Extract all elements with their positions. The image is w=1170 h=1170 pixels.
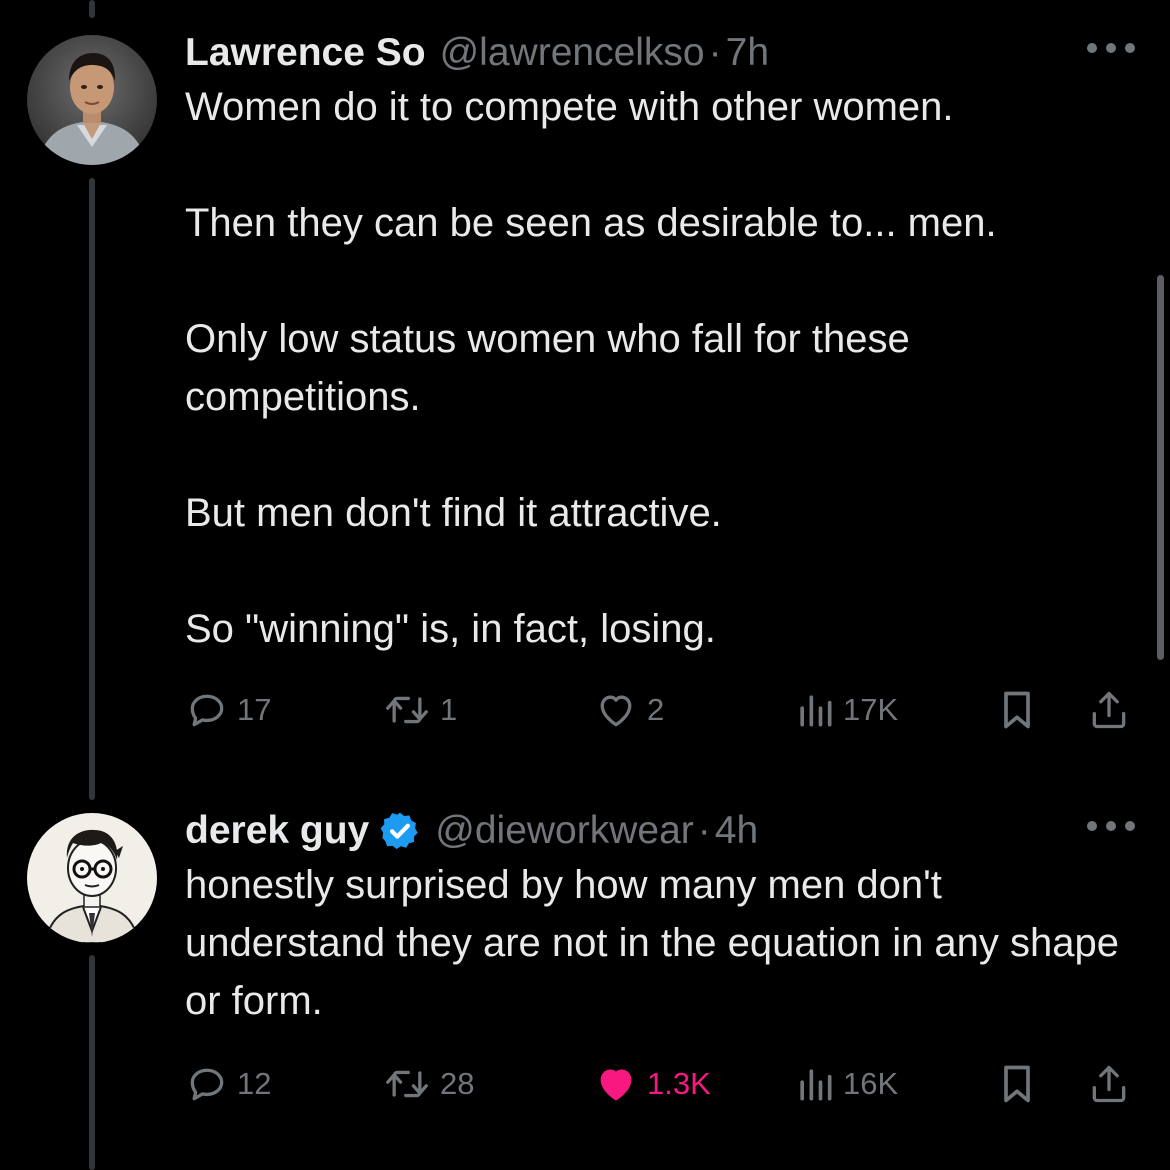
bookmark-icon bbox=[1004, 1065, 1030, 1103]
timestamp[interactable]: 7h bbox=[726, 30, 769, 76]
thread-line-bottom bbox=[89, 955, 95, 1170]
repost-button[interactable]: 1 bbox=[382, 685, 457, 735]
repost-icon bbox=[386, 1070, 428, 1098]
tweet-paragraph: honestly surprised by how many men don't… bbox=[185, 863, 1120, 1023]
views-button[interactable]: 17K bbox=[795, 685, 898, 735]
repost-button[interactable]: 28 bbox=[382, 1059, 474, 1109]
tweet-actions: 12 28 1.3K 16K bbox=[185, 1059, 1135, 1109]
reply-button[interactable]: 17 bbox=[185, 685, 271, 735]
share-button[interactable] bbox=[1087, 1059, 1131, 1109]
tweet-actions: 17 1 2 17K bbox=[185, 685, 1135, 735]
like-button[interactable]: 2 bbox=[593, 685, 664, 735]
reply-icon bbox=[190, 1068, 224, 1101]
reply-count: 12 bbox=[237, 1066, 272, 1101]
like-button[interactable]: 1.3K bbox=[593, 1059, 711, 1109]
tweet-2[interactable]: derek guy @dieworkwear · 4h honestly sur… bbox=[185, 808, 1135, 1030]
tweet-text: honestly surprised by how many men don't… bbox=[185, 856, 1135, 1030]
more-icon[interactable] bbox=[1087, 816, 1135, 836]
tweet-header: Lawrence So @lawrencelkso · 7h bbox=[185, 30, 1135, 76]
author-name[interactable]: Lawrence So bbox=[185, 30, 426, 76]
share-icon bbox=[1092, 1065, 1126, 1103]
views-count: 17K bbox=[843, 692, 899, 727]
more-icon[interactable] bbox=[1087, 38, 1135, 58]
avatar-lawrence-so[interactable] bbox=[27, 35, 157, 165]
avatar-derek-guy[interactable] bbox=[27, 813, 157, 943]
author-handle[interactable]: @lawrencelkso bbox=[440, 30, 705, 76]
tweet-paragraph: But men don't find it attractive. bbox=[185, 491, 722, 535]
share-button[interactable] bbox=[1087, 685, 1131, 735]
tweet-paragraph: Women do it to compete with other women. bbox=[185, 85, 954, 129]
tweet-paragraph: So "winning" is, in fact, losing. bbox=[185, 607, 716, 651]
like-count: 2 bbox=[647, 692, 665, 727]
repost-count: 28 bbox=[440, 1066, 475, 1101]
author-name[interactable]: derek guy bbox=[185, 808, 369, 854]
views-button[interactable]: 16K bbox=[795, 1059, 898, 1109]
share-icon bbox=[1092, 691, 1126, 729]
reply-count: 17 bbox=[237, 692, 272, 727]
views-icon bbox=[800, 1069, 832, 1101]
like-icon bbox=[600, 1069, 632, 1101]
bookmark-button[interactable] bbox=[997, 1059, 1037, 1109]
bookmark-icon bbox=[1004, 691, 1030, 729]
views-icon bbox=[800, 695, 832, 727]
reply-icon bbox=[190, 694, 224, 727]
reply-button[interactable]: 12 bbox=[185, 1059, 271, 1109]
thread-line-top bbox=[89, 0, 95, 18]
separator: · bbox=[708, 31, 722, 74]
author-handle[interactable]: @dieworkwear bbox=[435, 808, 694, 854]
repost-count: 1 bbox=[440, 692, 458, 727]
tweet-1[interactable]: Lawrence So @lawrencelkso · 7h Women do … bbox=[185, 30, 1135, 658]
repost-icon bbox=[386, 696, 428, 724]
verified-badge-icon[interactable] bbox=[379, 810, 421, 852]
tweet-text: Women do it to compete with other women.… bbox=[185, 78, 1135, 658]
tweet-paragraph: Only low status women who fall for these… bbox=[185, 317, 910, 419]
thread-line-middle bbox=[89, 178, 95, 800]
scrollbar[interactable] bbox=[1157, 275, 1164, 660]
tweet-paragraph: Then they can be seen as desirable to...… bbox=[185, 201, 997, 245]
like-count: 1.3K bbox=[647, 1066, 711, 1101]
like-icon bbox=[600, 695, 632, 727]
bookmark-button[interactable] bbox=[997, 685, 1037, 735]
tweet-header: derek guy @dieworkwear · 4h bbox=[185, 808, 1135, 854]
timestamp[interactable]: 4h bbox=[715, 808, 758, 854]
views-count: 16K bbox=[843, 1066, 899, 1101]
separator: · bbox=[697, 809, 711, 852]
